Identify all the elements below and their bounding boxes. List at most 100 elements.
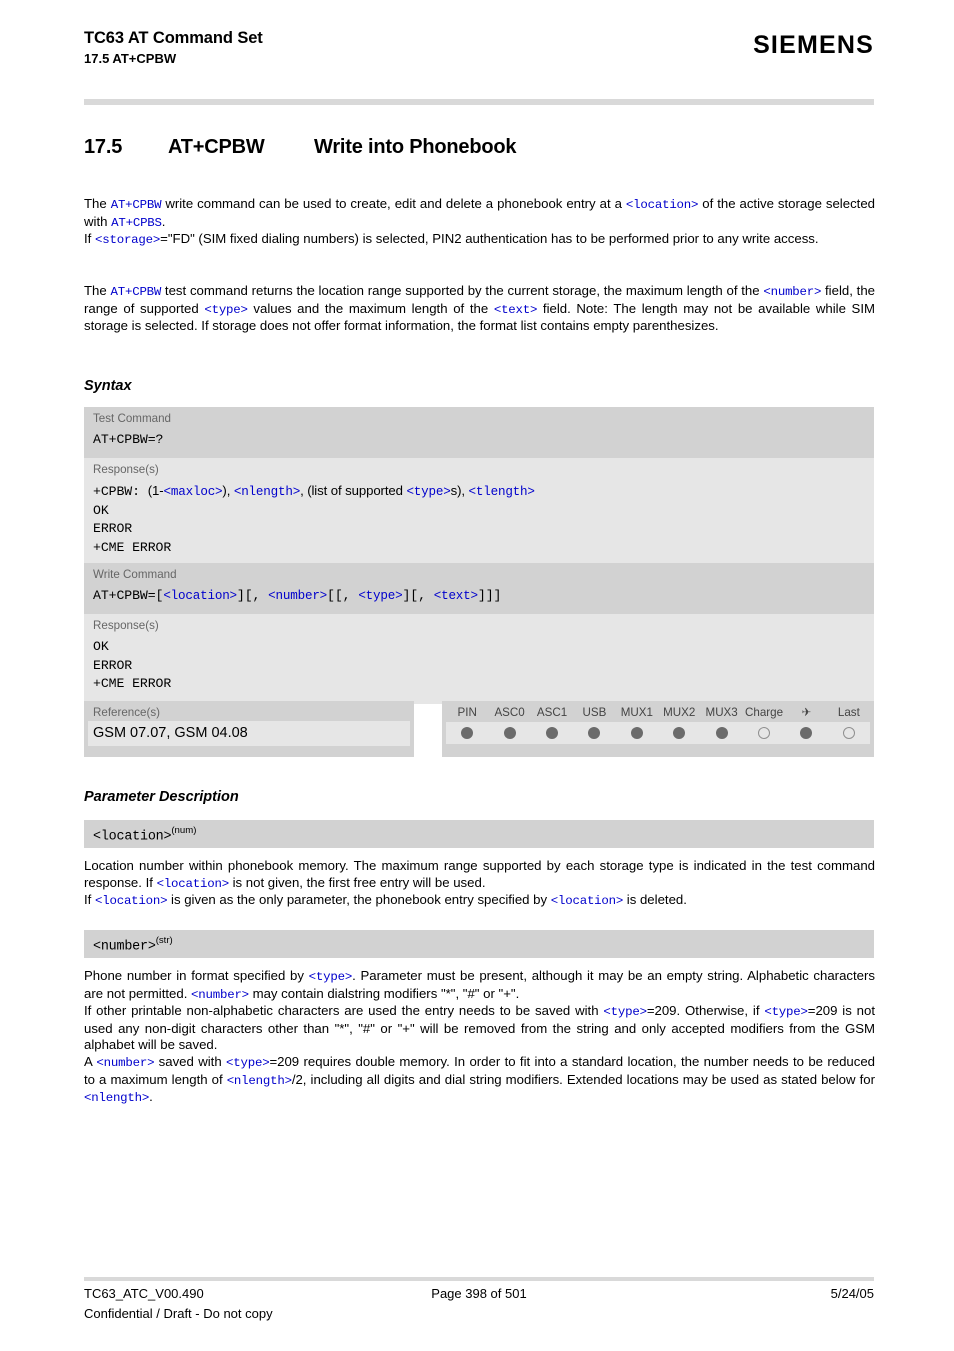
status-dot-hollow xyxy=(842,727,855,739)
status-dot-filled xyxy=(588,727,601,739)
capability-cell-mux1 xyxy=(616,727,658,739)
parameter-type: (num) xyxy=(171,825,197,836)
capability-cell-pin xyxy=(446,727,488,739)
footer-top-row: TC63_ATC_V00.490 Page 398 of 501 5/24/05 xyxy=(84,1286,874,1304)
status-dot-filled xyxy=(715,727,728,739)
parameter-header-number: <number>(str) xyxy=(84,930,874,958)
response-line: OK xyxy=(93,502,109,518)
write-response-label: Response(s) xyxy=(84,614,874,637)
response-prefix: +CPBW: xyxy=(93,484,140,500)
capability-header-asc1: ASC1 xyxy=(536,706,568,719)
text-fragment: =209. Otherwise, if xyxy=(646,1003,765,1019)
parameter-type: (str) xyxy=(155,935,173,946)
response-line: +CME ERROR xyxy=(93,676,172,692)
token-at-cpbs: AT+CPBS xyxy=(111,215,162,230)
text-fragment: The xyxy=(84,283,111,298)
footer-divider xyxy=(84,1277,874,1281)
reference-panel: Reference(s) GSM 07.07, GSM 04.08 xyxy=(84,701,414,757)
text-fragment: . xyxy=(149,1089,153,1105)
status-dot-hollow xyxy=(758,727,771,739)
capability-cell-last xyxy=(828,727,870,739)
page-header: TC63 AT Command Set 17.5 AT+CPBW SIEMENS xyxy=(84,28,874,68)
parameter-header-location: <location>(num) xyxy=(84,820,874,848)
test-command-body: AT+CPBW=? xyxy=(84,429,874,459)
token-type: <type> xyxy=(603,1005,647,1020)
token-tlength: <tlength> xyxy=(468,485,535,500)
capability-cell-mux2 xyxy=(658,727,700,739)
token-type: <type> xyxy=(764,1005,808,1020)
token-location: <location> xyxy=(156,876,230,891)
reference-label: Reference(s) xyxy=(93,706,161,719)
response-line: +CME ERROR xyxy=(93,539,172,555)
token-number: <number> xyxy=(763,285,822,299)
token-storage: <storage> xyxy=(95,233,161,248)
status-dot-filled xyxy=(673,727,686,739)
token-type: <type> xyxy=(204,302,248,317)
status-dot-filled xyxy=(461,727,474,739)
capability-cell-asc1 xyxy=(531,727,573,739)
write-command-body: AT+CPBW=[<location>][, <number>[[, <type… xyxy=(84,585,874,615)
parameter-name: <location> xyxy=(93,829,172,845)
reference-capability-row: Reference(s) GSM 07.07, GSM 04.08 PIN AS… xyxy=(84,701,874,757)
capability-cell-usb xyxy=(573,727,615,739)
response-line: ERROR xyxy=(93,521,133,537)
capability-panel: PIN ASC0 ASC1 USB MUX1 MUX2 MUX3 Charge … xyxy=(442,701,874,757)
intro-paragraph-2: The AT+CPBW test command returns the loc… xyxy=(84,283,875,335)
reference-value: GSM 07.07, GSM 04.08 xyxy=(88,721,410,746)
token-nlength: <nlength> xyxy=(226,1073,292,1088)
text-fragment: saved with xyxy=(154,1053,227,1069)
airplane-icon: ✈ xyxy=(801,706,812,719)
token-number: <number> xyxy=(268,589,328,603)
header-divider xyxy=(84,99,874,105)
token-number: <number> xyxy=(96,1055,155,1070)
capability-cell-charge xyxy=(743,727,785,739)
parameter-name: <number> xyxy=(93,939,156,955)
token-text: <text> xyxy=(493,302,538,317)
text-fragment: ][, xyxy=(402,588,434,603)
header-text-block: TC63 AT Command Set 17.5 AT+CPBW xyxy=(84,28,263,68)
document-title: TC63 AT Command Set xyxy=(84,29,263,47)
text-fragment: If other printable non-alphabetic charac… xyxy=(84,1003,604,1019)
siemens-logo: SIEMENS xyxy=(753,31,874,59)
token-location: <location> xyxy=(625,198,699,212)
capability-header-charge: Charge xyxy=(745,706,784,719)
syntax-heading: Syntax xyxy=(84,378,132,394)
test-response-label: Response(s) xyxy=(84,458,874,481)
text-fragment: ), xyxy=(222,483,234,499)
status-dot-filled xyxy=(503,727,516,739)
token-nlength: <nlength> xyxy=(84,1091,150,1106)
test-response-body: +CPBW: (1-<maxloc>), <nlength>, (list of… xyxy=(84,480,874,568)
token-location: <location> xyxy=(163,589,237,603)
write-command-label: Write Command xyxy=(84,563,874,585)
capability-header-asc0: ASC0 xyxy=(494,706,525,719)
footer-page-number: Page 398 of 501 xyxy=(431,1286,527,1301)
text-fragment: is deleted. xyxy=(623,892,687,908)
text-fragment: s), xyxy=(450,483,469,499)
text-fragment: test command returns the location range … xyxy=(161,283,764,298)
section-number: 17.5 xyxy=(84,136,123,158)
status-dot-filled xyxy=(800,727,813,739)
text-fragment: AT+CPBW=[ xyxy=(93,588,164,603)
text-fragment: write command can be used to create, edi… xyxy=(161,196,626,211)
token-nlength: <nlength> xyxy=(233,485,301,500)
section-title-text: Write into Phonebook xyxy=(314,136,517,158)
token-at-cpbw: AT+CPBW xyxy=(110,285,162,299)
text-fragment: [[, xyxy=(327,588,359,603)
text-fragment: /2, including all digits and dial string… xyxy=(291,1071,875,1087)
text-fragment: , (list of supported xyxy=(300,483,407,499)
capability-header-mux2: MUX2 xyxy=(663,706,696,719)
response-line: OK xyxy=(93,639,109,655)
capability-header-usb: USB xyxy=(582,706,607,719)
parameter-body-location: Location number within phonebook memory.… xyxy=(84,858,875,910)
capability-dot-row xyxy=(446,722,870,744)
status-dot-filled xyxy=(546,727,559,739)
status-dot-filled xyxy=(630,727,643,739)
capability-header-row: PIN ASC0 ASC1 USB MUX1 MUX2 MUX3 Charge … xyxy=(442,701,874,720)
token-maxloc: <maxloc> xyxy=(163,485,223,500)
capability-cell-asc0 xyxy=(488,727,530,739)
parameter-body-number: Phone number in format specified by <typ… xyxy=(84,968,875,1107)
capability-header-last: Last xyxy=(837,706,860,719)
token-number: <number> xyxy=(191,987,249,1002)
text-fragment: may contain dialstring modifiers "*", "#… xyxy=(248,985,520,1001)
text-fragment: A xyxy=(84,1053,97,1069)
